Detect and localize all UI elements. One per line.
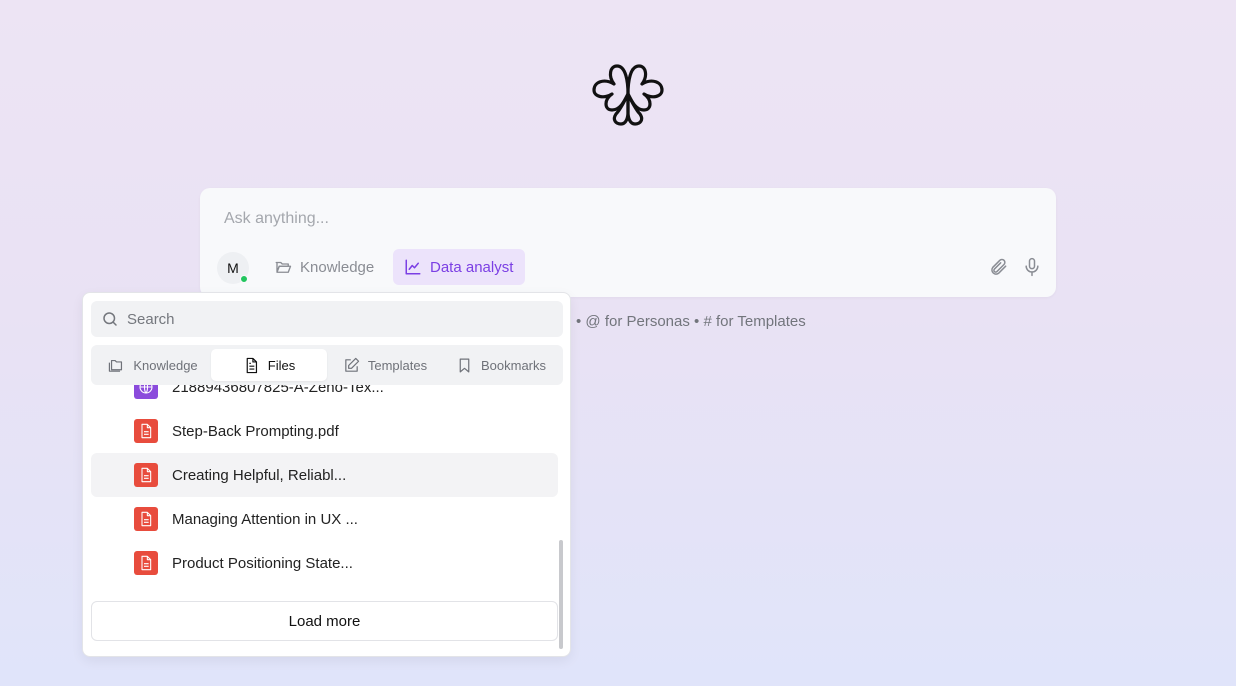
data-analyst-chip[interactable]: Data analyst	[393, 249, 525, 285]
pdf-file-icon	[134, 507, 158, 531]
search-input[interactable]	[127, 310, 527, 328]
list-item[interactable]: 21889436807825-A-Zeno-Tex...	[91, 385, 558, 409]
file-name: Step-Back Prompting.pdf	[172, 422, 339, 440]
tab-knowledge-label: Knowledge	[133, 357, 198, 373]
folder-icon	[275, 261, 292, 273]
list-item[interactable]: Managing Attention in UX ...	[91, 497, 558, 541]
microphone-icon[interactable]	[1022, 257, 1042, 277]
tab-knowledge[interactable]: Knowledge	[95, 349, 211, 381]
paperclip-icon[interactable]	[989, 257, 1009, 277]
file-name: Managing Attention in UX ...	[172, 510, 358, 528]
knowledge-chip[interactable]: Knowledge	[263, 249, 385, 285]
file-icon	[246, 357, 257, 373]
online-status-dot	[240, 275, 248, 283]
list-item[interactable]: Step-Back Prompting.pdf	[91, 409, 558, 453]
edit-icon	[345, 357, 360, 372]
dropdown-search	[91, 301, 563, 337]
mention-dropdown: Knowledge Files Templates Bookmarks 2188…	[82, 292, 571, 657]
tab-bookmarks-label: Bookmarks	[480, 357, 547, 373]
tab-files-label: Files	[267, 357, 296, 373]
globe-icon	[134, 385, 158, 399]
pdf-file-icon	[134, 419, 158, 443]
tab-bookmarks[interactable]: Bookmarks	[443, 349, 559, 381]
avatar-initial: M	[227, 260, 239, 276]
list-item[interactable]: Creating Helpful, Reliabl...	[91, 453, 558, 497]
line-chart-icon	[405, 259, 421, 275]
scrollbar[interactable]	[559, 540, 563, 649]
tab-templates-label: Templates	[367, 357, 428, 373]
search-icon	[103, 312, 117, 326]
file-name: Product Positioning State...	[172, 554, 353, 572]
knowledge-chip-label: Knowledge	[300, 258, 375, 276]
prompt-box: M Knowledge Data analyst	[200, 188, 1056, 297]
folders-icon	[109, 359, 123, 372]
brain-logo-icon	[592, 64, 664, 126]
bookmark-icon	[459, 358, 470, 372]
avatar[interactable]: M	[217, 252, 249, 284]
load-more-button[interactable]: Load more	[91, 601, 558, 641]
prompt-input[interactable]	[224, 210, 924, 228]
pdf-file-icon	[134, 551, 158, 575]
tab-files[interactable]: Files	[211, 349, 327, 381]
pdf-file-icon	[134, 463, 158, 487]
dropdown-tabs: Knowledge Files Templates Bookmarks	[91, 345, 563, 385]
file-name: 21889436807825-A-Zeno-Tex...	[172, 385, 384, 396]
shortcut-hint: • @ for Personas • # for Templates	[576, 313, 806, 330]
file-list: 21889436807825-A-Zeno-Tex... Step-Back P…	[91, 385, 558, 599]
tab-templates[interactable]: Templates	[327, 349, 443, 381]
data-analyst-chip-label: Data analyst	[430, 258, 514, 276]
file-name: Creating Helpful, Reliabl...	[172, 466, 347, 484]
list-item[interactable]: Product Positioning State...	[91, 541, 558, 585]
